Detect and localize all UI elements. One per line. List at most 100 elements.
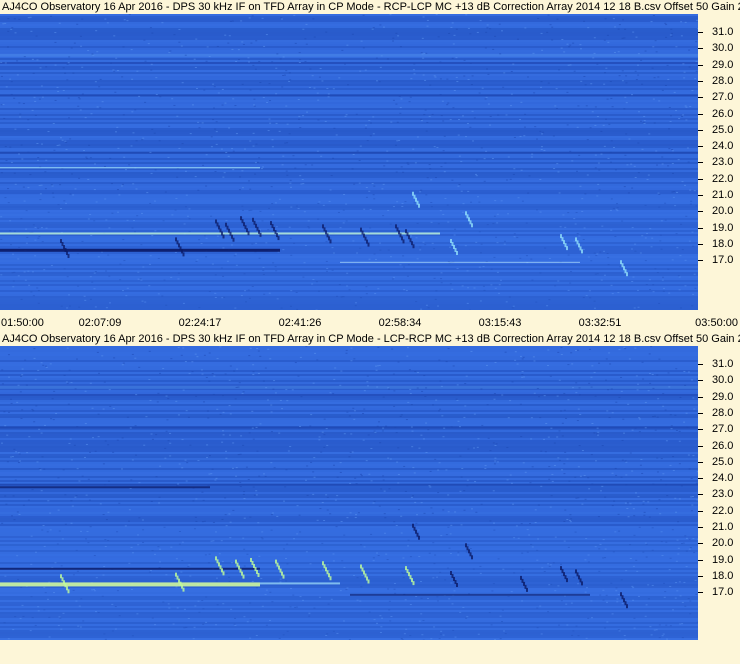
spectrogram-noise — [626, 508, 629, 510]
spectrogram-noise — [639, 464, 642, 466]
spectrogram-noise — [522, 462, 525, 464]
spectrogram-noise — [695, 41, 698, 43]
spectrogram-noise — [323, 446, 326, 448]
spectrogram-noise — [313, 457, 316, 459]
spectrogram-noise — [223, 172, 226, 174]
spectrogram-noise — [506, 479, 509, 481]
spectrogram-noise — [271, 61, 274, 63]
spectrogram-noise — [334, 499, 337, 501]
spectrogram-noise — [222, 411, 225, 413]
spectrogram-noise — [637, 383, 640, 385]
y-tick-label: 25.0 — [712, 455, 734, 468]
spectrogram-noise — [489, 520, 492, 522]
spectrogram-noise — [45, 66, 48, 68]
spectrogram-noise — [251, 427, 254, 429]
spectrogram-noise — [214, 479, 217, 481]
spectrogram-band — [0, 162, 698, 164]
spectrogram-noise — [494, 460, 497, 462]
spectrogram-noise — [99, 78, 102, 80]
spectrogram-noise — [212, 393, 215, 395]
spectrogram-noise — [667, 165, 670, 167]
spectrogram-noise — [77, 105, 80, 107]
spectrogram-noise — [21, 409, 24, 411]
spectrogram-noise — [350, 347, 353, 349]
spectrogram-noise — [243, 148, 246, 150]
spectrogram-noise — [208, 455, 211, 457]
spectrogram-band — [0, 458, 698, 460]
spectrogram-noise — [144, 101, 147, 103]
spectrogram-noise — [485, 364, 488, 366]
spectrogram-noise — [670, 425, 673, 427]
spectrogram-noise — [320, 155, 323, 157]
spectrogram-noise — [586, 174, 589, 176]
spectrogram-noise — [76, 426, 79, 428]
time-axis: 01:50:00 02:07:09 02:24:17 02:41:26 02:58:34… — [0, 310, 740, 332]
spectrogram-noise — [466, 485, 469, 487]
spectrogram-band — [0, 406, 698, 408]
spectrogram-noise — [378, 421, 381, 423]
spectrogram-noise — [292, 155, 295, 157]
y-tick-label: 28.0 — [712, 74, 734, 87]
spectrogram-light-band — [0, 385, 698, 389]
spectrogram-noise — [532, 52, 535, 54]
spectrogram-noise — [431, 113, 434, 115]
spectrogram-noise — [631, 470, 634, 472]
spectrogram-noise — [270, 462, 273, 464]
spectrogram-noise — [505, 114, 508, 116]
spectrogram-noise — [156, 401, 159, 403]
spectrogram-noise — [539, 417, 542, 419]
spectrogram-noise — [609, 363, 612, 365]
spectrogram-noise — [350, 360, 353, 362]
spectrogram-noise — [248, 432, 251, 434]
spectrogram-noise — [580, 48, 583, 50]
spectrogram-noise — [2, 23, 5, 25]
spectrogram-noise — [589, 127, 592, 129]
spectrogram-noise — [625, 474, 628, 476]
spectrogram-noise — [101, 355, 104, 357]
spectrogram-band — [0, 444, 698, 446]
spectrogram-noise — [229, 20, 232, 22]
y-tick-mark — [698, 478, 703, 480]
spectrogram-noise — [449, 119, 452, 121]
spectrogram-band — [0, 22, 698, 24]
spectrogram-noise — [155, 434, 158, 436]
spectrogram-band — [0, 376, 698, 378]
spectrogram-noise — [18, 453, 21, 455]
spectrogram-noise — [285, 389, 288, 391]
spectrogram-noise — [554, 105, 557, 107]
spectrogram-noise — [234, 105, 237, 107]
interference-line — [0, 486, 210, 489]
spectrogram-noise — [563, 409, 566, 411]
spectrogram-noise — [627, 403, 630, 405]
spectrogram-noise — [224, 514, 227, 516]
spectrogram-noise — [547, 349, 550, 351]
spectrogram-noise — [81, 93, 84, 95]
spectrogram-noise — [180, 45, 183, 47]
spectrogram-noise — [10, 161, 13, 163]
spectrogram-noise — [455, 398, 458, 400]
spectrogram-noise — [31, 408, 34, 410]
spectrogram-noise — [299, 425, 302, 427]
spectrogram-noise — [609, 81, 612, 83]
spectrogram-noise — [370, 448, 373, 450]
spectrogram-noise — [300, 183, 303, 185]
spectrogram-band — [0, 512, 698, 514]
spectrogram-noise — [314, 352, 317, 354]
spectrogram-noise — [556, 436, 559, 438]
spectrogram-noise — [636, 64, 639, 66]
spectrogram-band — [0, 132, 698, 134]
spectrogram-noise — [456, 81, 459, 83]
spectrogram-noise — [0, 442, 3, 444]
spectrogram-noise — [513, 168, 516, 170]
spectrogram-noise — [546, 365, 549, 367]
spectrogram-noise — [33, 96, 36, 98]
spectrogram-noise — [283, 500, 286, 502]
spectrogram-noise — [541, 133, 544, 135]
y-tick-label: 21.0 — [712, 189, 734, 201]
y-tick-mark — [698, 178, 703, 180]
spectrogram-noise — [64, 494, 67, 496]
spectrogram-noise — [254, 173, 257, 175]
spectrogram-noise — [254, 68, 257, 70]
y-tick-mark — [698, 97, 703, 99]
burst-bright — [182, 587, 185, 592]
